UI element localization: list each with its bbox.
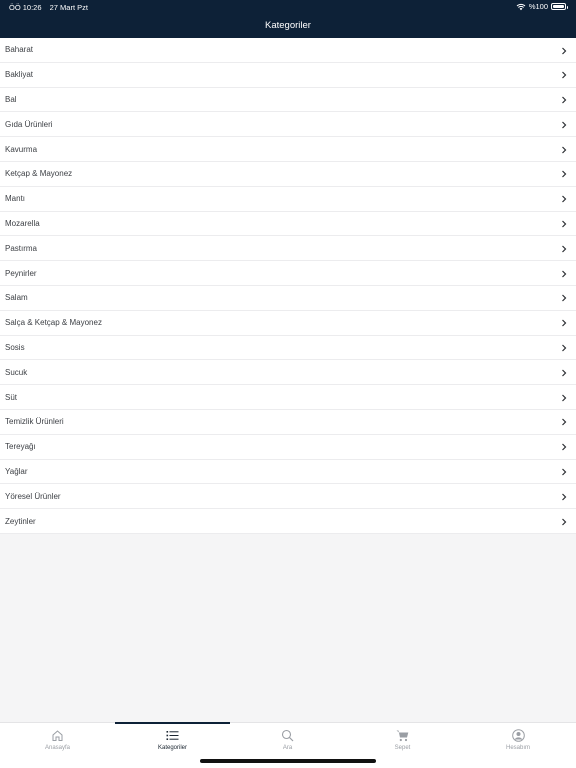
chevron-right-icon bbox=[562, 220, 567, 228]
category-label: Bal bbox=[5, 94, 17, 104]
category-item[interactable]: Bal bbox=[0, 88, 576, 113]
tab-search-label: Ara bbox=[282, 745, 293, 751]
category-item[interactable]: Pastırma bbox=[0, 236, 576, 262]
tab-home[interactable]: Anasayfa bbox=[0, 723, 115, 768]
chevron-right-icon bbox=[562, 245, 567, 253]
category-item[interactable]: Sucuk bbox=[0, 360, 576, 386]
category-label: Pastırma bbox=[5, 243, 38, 253]
category-item[interactable]: Kavurma bbox=[0, 137, 576, 162]
category-item[interactable]: Mantı bbox=[0, 187, 576, 212]
category-list: Baharat Bakliyat Bal Gıda Ürünleri Kavurma Ke… bbox=[0, 38, 576, 534]
tab-categories-label: Kategoriler bbox=[157, 745, 187, 751]
chevron-right-icon bbox=[562, 171, 567, 178]
search-icon bbox=[281, 729, 294, 742]
chevron-right-icon bbox=[562, 344, 567, 352]
category-item[interactable]: Peynirler bbox=[0, 261, 576, 286]
category-label: Mozarella bbox=[5, 218, 40, 228]
chevron-right-icon bbox=[562, 71, 567, 79]
chevron-right-icon bbox=[562, 121, 567, 129]
category-label: Kavurma bbox=[5, 144, 38, 154]
tab-account-label: Hesabım bbox=[505, 745, 530, 751]
status-date: 27 Mart Pzt bbox=[49, 3, 88, 12]
category-label: Salça & Ketçap & Mayonez bbox=[5, 318, 102, 328]
status-time: ÖÖ 10:26 bbox=[9, 3, 42, 12]
chevron-right-icon bbox=[562, 518, 567, 526]
battery-percent: %100 bbox=[528, 2, 548, 11]
chevron-right-icon bbox=[562, 319, 567, 327]
category-label: Baharat bbox=[5, 45, 34, 55]
category-item[interactable]: Mozarella bbox=[0, 212, 576, 237]
cart-icon bbox=[396, 730, 409, 742]
home-icon bbox=[52, 730, 63, 741]
active-tab-indicator bbox=[115, 722, 230, 724]
category-label: Süt bbox=[5, 392, 18, 402]
category-label: Ketçap & Mayonez bbox=[5, 169, 73, 179]
list-icon bbox=[166, 731, 179, 740]
chevron-right-icon bbox=[562, 493, 567, 501]
tab-home-label: Anasayfa bbox=[44, 745, 71, 751]
tab-account[interactable]: Hesabım bbox=[460, 723, 576, 768]
status-bar-left: ÖÖ 10:26 27 Mart Pzt bbox=[9, 3, 88, 12]
chevron-right-icon bbox=[562, 468, 567, 476]
category-label: Zeytinler bbox=[5, 516, 36, 526]
category-label: Yağlar bbox=[5, 466, 28, 476]
category-item[interactable]: Ketçap & Mayonez bbox=[0, 162, 576, 187]
category-label: Salam bbox=[5, 293, 28, 303]
category-item[interactable]: Salça & Ketçap & Mayonez bbox=[0, 311, 576, 336]
chevron-right-icon bbox=[562, 270, 567, 278]
category-item[interactable]: Gıda Ürünleri bbox=[0, 112, 576, 138]
tab-cart-label: Sepet bbox=[394, 745, 411, 751]
category-item[interactable]: Temizlik Ürünleri bbox=[0, 410, 576, 435]
category-item[interactable]: Tereyağı bbox=[0, 435, 576, 460]
category-label: Tereyağı bbox=[5, 442, 36, 452]
account-icon bbox=[511, 729, 525, 742]
page-title: Kategoriler bbox=[265, 20, 311, 31]
chevron-right-icon bbox=[562, 295, 567, 302]
chevron-right-icon bbox=[562, 394, 567, 402]
top-header: ÖÖ 10:26 27 Mart Pzt %100 Kategoriler bbox=[0, 0, 576, 38]
category-item[interactable]: Yağlar bbox=[0, 460, 576, 485]
category-label: Gıda Ürünleri bbox=[5, 119, 53, 129]
category-label: Sucuk bbox=[5, 367, 28, 377]
chevron-right-icon bbox=[562, 369, 567, 377]
chevron-right-icon bbox=[562, 443, 567, 451]
category-item[interactable]: Yöresel Ürünler bbox=[0, 484, 576, 510]
home-indicator bbox=[200, 759, 376, 763]
category-item[interactable]: Sosis bbox=[0, 336, 576, 361]
category-label: Yöresel Ürünler bbox=[5, 491, 61, 501]
chevron-right-icon bbox=[562, 195, 567, 203]
category-item[interactable]: Zeytinler bbox=[0, 509, 576, 534]
chevron-right-icon bbox=[562, 96, 567, 104]
battery-level bbox=[553, 5, 564, 8]
category-item[interactable]: Baharat bbox=[0, 38, 576, 63]
chevron-right-icon bbox=[562, 146, 567, 154]
category-label: Peynirler bbox=[5, 268, 37, 278]
chevron-right-icon bbox=[562, 47, 567, 54]
category-label: Temizlik Ürünleri bbox=[5, 417, 64, 427]
category-label: Bakliyat bbox=[5, 70, 34, 80]
category-item[interactable]: Bakliyat bbox=[0, 63, 576, 88]
battery-icon bbox=[551, 3, 568, 10]
category-item[interactable]: Salam bbox=[0, 286, 576, 311]
category-item[interactable]: Süt bbox=[0, 385, 576, 410]
status-bar-right: %100 bbox=[516, 2, 568, 11]
wifi-icon bbox=[516, 3, 526, 10]
category-label: Sosis bbox=[5, 342, 25, 352]
category-label: Mantı bbox=[5, 194, 26, 204]
chevron-right-icon bbox=[562, 419, 567, 426]
